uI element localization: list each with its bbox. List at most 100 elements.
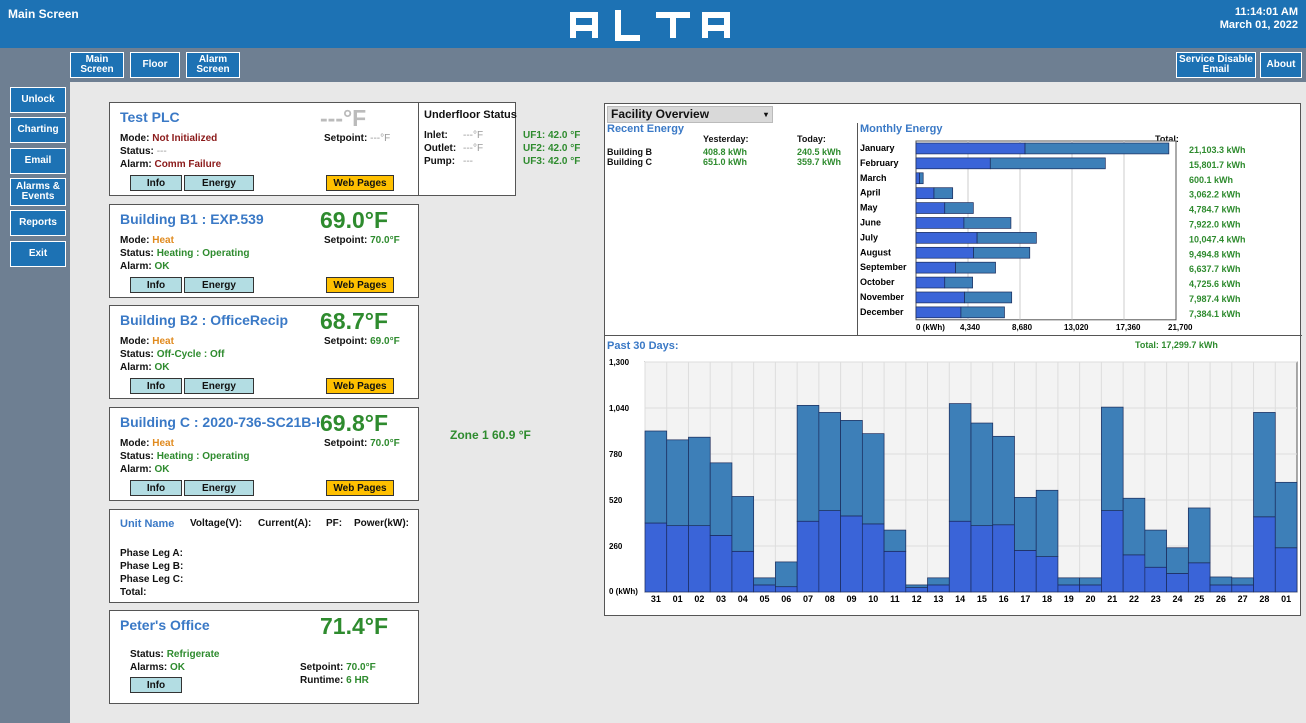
card-temperature: 71.4°F [320,613,389,639]
about-button[interactable]: About [1260,52,1302,78]
x-tick-label: 03 [716,594,726,604]
month-label: June [860,218,881,228]
floor-button[interactable]: Floor [130,52,180,78]
alarm-screen-button[interactable]: Alarm Screen [186,52,240,78]
energy-button[interactable]: Energy [184,175,254,191]
bar [731,550,755,593]
x-tick-label: 01 [673,594,683,604]
x-tick-label: 02 [694,594,704,604]
energy-button[interactable]: Energy [184,480,254,496]
status-value: --- [156,146,167,157]
web-pages-button[interactable]: Web Pages [326,175,394,191]
bar [1057,584,1081,593]
x-tick-label: 22 [1129,594,1139,604]
energy-button[interactable]: Energy [184,378,254,394]
bar [915,261,956,274]
bar [915,291,965,304]
x-tick-label: 17 [1020,594,1030,604]
runtime-label: Runtime: [300,675,344,686]
month-total: 4,784.7 kWh [1189,205,1241,215]
bar [944,276,973,289]
info-button[interactable]: Info [130,480,182,496]
status-row: Status: Off-Cycle : Off [120,349,224,360]
setpoint-row: Setpoint: 69.0°F [324,336,400,347]
recent-row-name: Building B [607,147,652,157]
monthly-energy-title: Monthly Energy [860,123,943,135]
month-label: October [860,277,895,287]
pump-label: Pump: [424,156,456,167]
info-button[interactable]: Info [130,378,182,394]
card-temperature: ---°F [320,105,367,131]
month-label: January [860,143,895,153]
bar [1209,576,1233,586]
sidebar: Unlock Charting Email Alarms & Events Re… [0,82,70,723]
month-total: 9,494.8 kWh [1189,249,1241,259]
bar [753,584,776,593]
energy-button[interactable]: Energy [184,277,254,293]
power-header: Power(kW): [354,518,409,529]
web-pages-button[interactable]: Web Pages [326,378,394,394]
bar [1231,577,1254,586]
month-label: August [860,247,891,257]
bar [1166,573,1189,593]
facility-overview-panel: Facility Overview ▾ Recent Energy Yester… [604,103,1302,616]
service-disable-email-button[interactable]: Service Disable Email [1176,52,1256,78]
bar [919,172,924,185]
x-tick-label: 05 [760,594,770,604]
month-label: December [860,307,904,317]
setpoint-label: Setpoint: [324,235,368,246]
setpoint-label: Setpoint: [324,133,368,144]
status-label: Status: [120,451,154,462]
bar [992,524,1015,593]
month-label: April [860,188,881,198]
bar [970,422,994,527]
outlet-value: ---°F [463,143,484,154]
alarm-row: Alarm: OK [120,261,169,272]
web-pages-button[interactable]: Web Pages [326,277,394,293]
facility-select[interactable]: Facility Overview ▾ [607,106,773,123]
outlet-label: Outlet: [424,143,457,154]
info-button[interactable]: Info [130,175,182,191]
bar [666,439,689,527]
bar [960,306,1005,319]
bar [915,232,978,244]
setpoint-label: Setpoint: [324,438,368,449]
pf-header: PF: [326,518,343,529]
bar [915,217,965,229]
web-pages-button[interactable]: Web Pages [326,480,394,496]
inlet-value: ---°F [463,130,484,141]
info-button[interactable]: Info [130,677,182,693]
x-tick-label: 4,340 [960,323,981,332]
status-value: Refrigerate [166,649,220,660]
mode-value: Heat [152,336,174,347]
bar [970,525,994,593]
reports-button[interactable]: Reports [10,210,66,236]
exit-button[interactable]: Exit [10,241,66,267]
recent-row-yesterday: 408.8 kWh [703,147,748,157]
runtime-value: 6 HR [346,675,369,686]
bar [992,435,1015,526]
card-title: Test PLC [120,109,180,125]
status-row: Status: Heating : Operating [120,451,249,462]
bar [915,187,935,199]
month-label: September [860,262,907,272]
bar [818,510,841,593]
x-tick-label: 20 [1086,594,1096,604]
alarms-events-button[interactable]: Alarms & Events [10,178,66,206]
uf2-reading: UF2: 42.0 °F [523,143,581,154]
screen-title: Main Screen [8,7,79,21]
unlock-button[interactable]: Unlock [10,87,66,113]
bar [753,577,776,586]
setpoint-value: ---°F [370,133,391,144]
recent-row: Building B [607,147,652,157]
setpoint-row: Setpoint: 70.0°F [324,438,400,449]
email-button[interactable]: Email [10,148,66,174]
top-bar: Main Screen 11:14:01 AM March 01, 2022 [0,0,1306,48]
x-tick-label: 21,700 [1168,323,1193,332]
mode-row: Mode: Not Initialized [120,133,217,144]
y-tick-label: 520 [609,496,623,505]
charting-button[interactable]: Charting [10,117,66,143]
month-total: 7,384.1 kWh [1189,309,1241,319]
main-screen-button[interactable]: Main Screen [70,52,124,78]
info-button[interactable]: Info [130,277,182,293]
